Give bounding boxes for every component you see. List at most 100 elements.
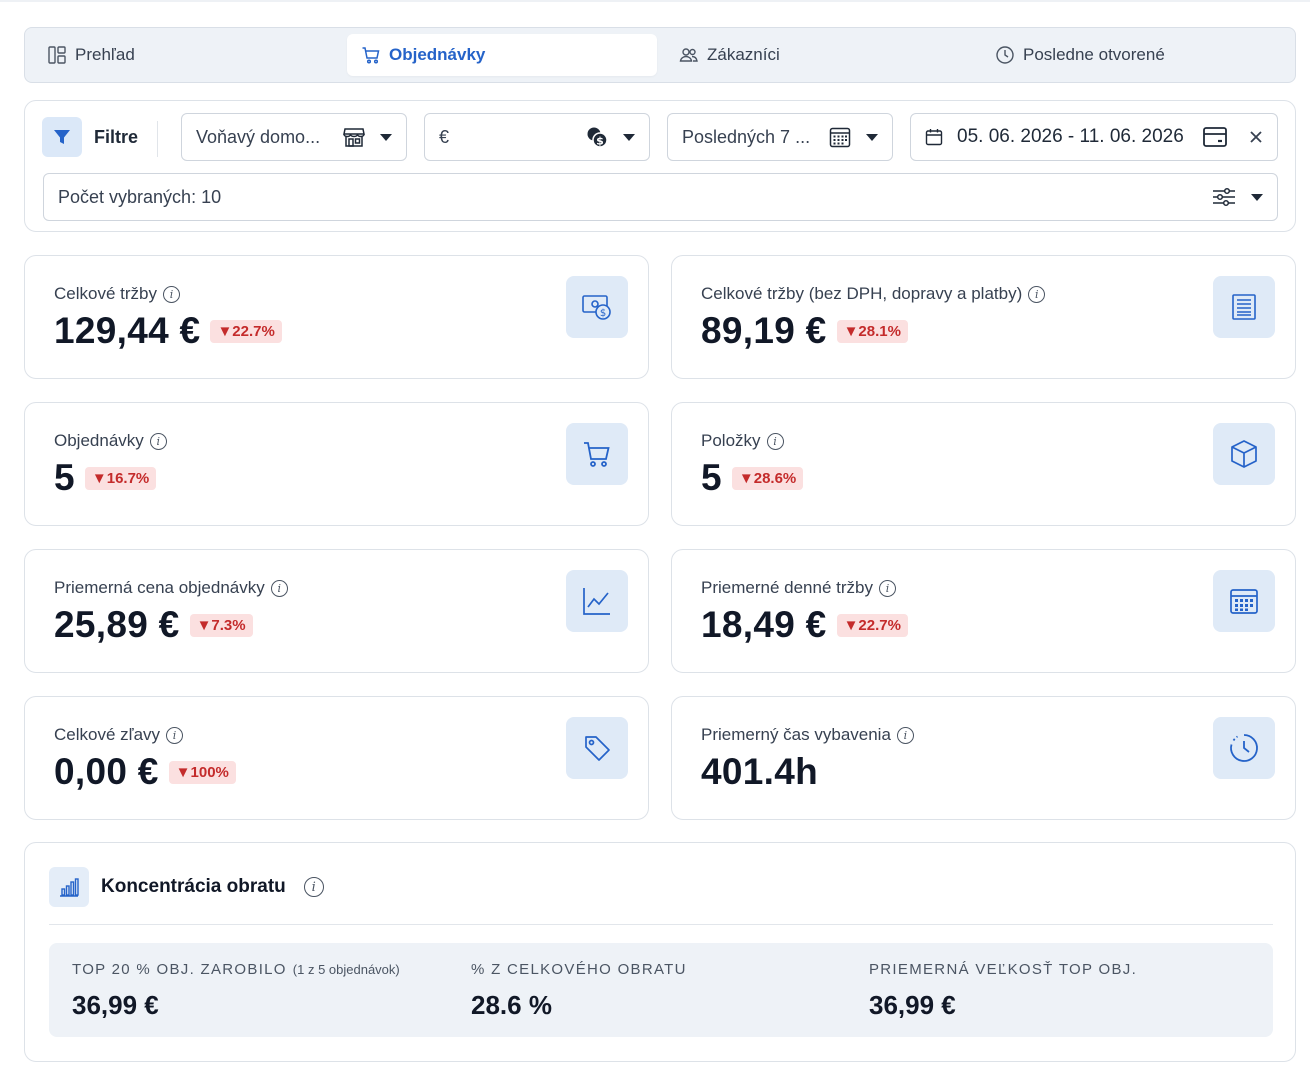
info-icon[interactable]: i xyxy=(166,726,184,744)
kpi-label: Položky xyxy=(701,431,761,450)
kpi-card-orders: Objednávky i 5 ▼16.7% xyxy=(24,402,649,526)
tab-label: Zákazníci xyxy=(707,45,780,64)
divider xyxy=(157,121,158,157)
tag-icon xyxy=(566,717,628,779)
change-badge: ▼22.7% xyxy=(210,319,282,343)
revenue-concentration-panel: Koncentrácia obratu i TOP 20 % OBJ. ZARO… xyxy=(24,842,1296,1062)
chevron-down-icon xyxy=(380,133,392,141)
info-icon[interactable]: i xyxy=(1028,285,1046,303)
section-title: Koncentrácia obratu xyxy=(101,876,286,897)
kpi-card-fulfillment-time: Priemerný čas vybavenia i 401.4h xyxy=(671,696,1296,820)
chevron-down-icon xyxy=(623,133,635,141)
info-icon[interactable]: i xyxy=(149,432,167,450)
store-icon xyxy=(342,125,366,149)
tab-label: Posledne otvorené xyxy=(1023,45,1165,64)
sliders-icon xyxy=(1211,185,1237,209)
kpi-card-total-revenue: Celkové tržby i 129,44 € ▼22.7% $ xyxy=(24,255,649,379)
selected-count-value: Počet vybraných: 10 xyxy=(58,186,222,207)
filter-panel: Filtre Voňavý domo... € $ Posledných 7 .… xyxy=(24,100,1296,232)
kpi-value: 18,49 € xyxy=(701,604,827,645)
change-badge: ▼100% xyxy=(168,760,236,784)
close-icon[interactable] xyxy=(1248,129,1264,145)
info-icon[interactable]: i xyxy=(270,579,288,597)
info-icon[interactable]: i xyxy=(162,285,180,303)
calendar-icon xyxy=(925,128,943,146)
stat-share: % Z CELKOVÉHO OBRATU 28.6 % xyxy=(471,961,687,1021)
tab-posledne-otvorene[interactable]: Posledne otvorené xyxy=(981,34,1179,76)
tab-bar: Prehľad Objednávky Zákazníci Posledne ot… xyxy=(24,27,1296,83)
stat-top-orders: TOP 20 % OBJ. ZAROBILO (1 z 5 objednávok)… xyxy=(72,961,400,1021)
change-badge: ▼28.6% xyxy=(731,466,804,490)
selected-count-select[interactable]: Počet vybraných: 10 xyxy=(43,173,1278,221)
kpi-value: 0,00 € xyxy=(54,751,159,792)
divider xyxy=(49,924,1273,925)
info-icon[interactable]: i xyxy=(303,877,324,897)
tab-label: Prehľad xyxy=(75,45,135,64)
stat-label: % Z CELKOVÉHO OBRATU xyxy=(471,961,687,978)
change-badge: ▼16.7% xyxy=(84,466,157,490)
bar-chart-icon xyxy=(49,867,89,907)
calendar-icon xyxy=(1213,570,1275,632)
cart-icon xyxy=(566,423,628,485)
svg-text:$: $ xyxy=(600,308,606,319)
kpi-value: 25,89 € xyxy=(54,604,180,645)
stat-label: TOP 20 % OBJ. ZAROBILO xyxy=(72,961,287,978)
kpi-card-items: Položky i 5 ▼28.6% xyxy=(671,402,1296,526)
layout-icon xyxy=(47,45,67,65)
kpi-label: Celkové tržby (bez DPH, dopravy a platby… xyxy=(701,284,1023,303)
change-badge: ▼22.7% xyxy=(836,613,908,637)
date-range-value: 05. 06. 2026 - 11. 06. 2026 xyxy=(957,126,1184,147)
coins-icon: $ xyxy=(585,125,609,149)
kpi-card-avg-order: Priemerná cena objednávky i 25,89 € ▼7.3% xyxy=(24,549,649,673)
kpi-label: Objednávky xyxy=(54,431,144,450)
stat-value: 36,99 € xyxy=(869,990,956,1020)
card-calendar-icon[interactable] xyxy=(1202,125,1228,149)
svg-text:$: $ xyxy=(596,135,604,148)
kpi-value: 129,44 € xyxy=(54,310,201,351)
store-select-value: Voňavý domo... xyxy=(196,126,321,147)
tab-objednavky[interactable]: Objednávky xyxy=(347,34,657,76)
chevron-down-icon xyxy=(866,133,878,141)
cart-icon xyxy=(361,45,381,65)
currency-select[interactable]: € $ xyxy=(424,113,650,161)
currency-select-value: € xyxy=(439,126,450,147)
concentration-stats: TOP 20 % OBJ. ZAROBILO (1 z 5 objednávok)… xyxy=(49,943,1273,1037)
period-select[interactable]: Posledných 7 ... xyxy=(667,113,893,161)
kpi-label: Priemerný čas vybavenia xyxy=(701,725,891,744)
calendar-grid-icon xyxy=(828,125,852,149)
kpi-label: Priemerné denné tržby xyxy=(701,578,873,597)
kpi-value: 5 xyxy=(54,457,75,498)
top-border xyxy=(0,0,1310,2)
receipt-icon xyxy=(1213,276,1275,338)
stat-value: 36,99 € xyxy=(72,990,159,1020)
tab-prehlad[interactable]: Prehľad xyxy=(33,34,149,76)
kpi-value: 89,19 € xyxy=(701,310,827,351)
stat-value: 28.6 % xyxy=(471,990,552,1020)
stat-label: PRIEMERNÁ VEĽKOSŤ TOP OBJ. xyxy=(869,961,1138,978)
change-badge: ▼7.3% xyxy=(189,613,253,637)
tab-zakaznici[interactable]: Zákazníci xyxy=(665,34,794,76)
box-icon xyxy=(1213,423,1275,485)
change-badge: ▼28.1% xyxy=(836,319,908,343)
tab-label: Objednávky xyxy=(389,45,486,64)
stat-avg-top-order: PRIEMERNÁ VEĽKOSŤ TOP OBJ. 36,99 € xyxy=(869,961,1137,1021)
filter-button[interactable]: Filtre xyxy=(42,117,138,157)
funnel-icon xyxy=(42,117,82,157)
store-select[interactable]: Voňavý domo... xyxy=(181,113,407,161)
chevron-down-icon xyxy=(1251,193,1263,201)
kpi-label: Celkové zľavy xyxy=(54,725,161,744)
kpi-value: 401.4h xyxy=(701,751,818,792)
kpi-label: Celkové tržby xyxy=(54,284,157,303)
info-icon[interactable]: i xyxy=(766,432,784,450)
clock-icon xyxy=(1213,717,1275,779)
period-select-value: Posledných 7 ... xyxy=(682,126,811,147)
kpi-card-avg-daily: Priemerné denné tržby i 18,49 € ▼22.7% xyxy=(671,549,1296,673)
users-icon xyxy=(679,45,699,65)
money-icon: $ xyxy=(566,276,628,338)
date-range-picker[interactable]: 05. 06. 2026 - 11. 06. 2026 xyxy=(910,113,1278,161)
clock-icon xyxy=(995,45,1015,65)
kpi-value: 5 xyxy=(701,457,722,498)
stat-sublabel: (1 z 5 objednávok) xyxy=(292,962,400,977)
info-icon[interactable]: i xyxy=(896,726,914,744)
info-icon[interactable]: i xyxy=(878,579,896,597)
